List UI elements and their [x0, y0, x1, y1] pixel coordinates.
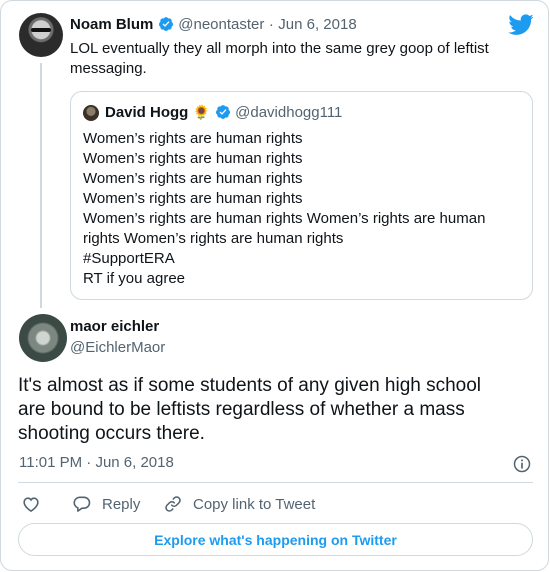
copy-link-button[interactable]: Copy link to Tweet	[163, 494, 315, 514]
link-icon	[165, 496, 181, 512]
quoted-tweet-text: Women’s rights are human rights Women’s …	[83, 129, 523, 289]
parent-text-line: LOL eventually they all morph into the s…	[70, 40, 489, 57]
quoted-text-line: Women’s rights are human rights	[83, 190, 303, 207]
like-button[interactable]	[21, 494, 51, 514]
twitter-bird-icon[interactable]	[508, 14, 534, 36]
thread-connector-line	[40, 63, 42, 308]
tweet-time: 11:01 PM	[19, 454, 83, 471]
quoted-tweet[interactable]: David Hogg 🌻 @davidhogg111 Women’s right…	[70, 91, 533, 300]
parent-author-name[interactable]: Noam Blum	[70, 16, 153, 33]
quoted-author-name: David Hogg	[105, 104, 189, 121]
quoted-tweet-header: David Hogg 🌻 @davidhogg111	[105, 104, 342, 122]
quoted-text-line: Women’s rights are human rights	[83, 170, 303, 187]
verified-badge-icon	[158, 17, 173, 31]
tweet-date: Jun 6, 2018	[95, 454, 174, 471]
avatar-glasses-shape	[31, 28, 51, 32]
quoted-text-line: RT if you agree	[83, 270, 186, 287]
heart-icon	[23, 497, 39, 513]
info-icon[interactable]	[512, 454, 532, 474]
main-author-handle[interactable]: @EichlerMaor	[70, 339, 165, 356]
sunflower-emoji: 🌻	[192, 104, 211, 120]
hashtag-support-era: #SupportERA	[83, 250, 175, 267]
main-author-name[interactable]: maor eichler	[70, 318, 159, 335]
dot-separator: ·	[268, 16, 274, 33]
parent-tweet-date[interactable]: Jun 6, 2018	[278, 16, 356, 33]
main-text-line: It's almost as if some students of any g…	[18, 375, 482, 396]
reply-button[interactable]: Reply	[72, 494, 140, 514]
explore-twitter-button[interactable]: Explore what's happening on Twitter	[18, 523, 533, 556]
noam-blum-avatar[interactable]	[19, 13, 63, 57]
reply-icon	[73, 496, 91, 512]
quoted-text-line: Women’s rights are human rights Women’s …	[83, 210, 486, 227]
parent-text-line: messaging.	[70, 60, 147, 77]
parent-tweet-text: LOL eventually they all morph into the s…	[70, 39, 510, 79]
reply-label: Reply	[102, 495, 141, 513]
parent-tweet-header: Noam Blum @neontaster · Jun 6, 2018	[70, 16, 357, 34]
quoted-text-line: rights Women’s rights are human rights	[83, 230, 344, 247]
main-tweet-text: It's almost as if some students of any g…	[18, 374, 533, 446]
david-hogg-avatar	[83, 105, 99, 121]
parent-author-handle[interactable]: @neontaster	[178, 16, 264, 33]
embedded-tweet-card: Noam Blum @neontaster · Jun 6, 2018 LOL …	[0, 0, 549, 571]
quoted-text-line: Women’s rights are human rights	[83, 130, 303, 147]
main-text-line: shooting occurs there.	[18, 423, 205, 444]
main-tweet-timestamp[interactable]: 11:01 PM · Jun 6, 2018	[19, 454, 174, 471]
quoted-author-handle: @davidhogg111	[235, 104, 343, 121]
maor-eichler-avatar[interactable]	[19, 314, 67, 362]
main-text-line: are bound to be leftists regardless of w…	[18, 399, 465, 420]
verified-badge-icon	[215, 105, 230, 119]
divider	[18, 482, 533, 483]
copy-link-label: Copy link to Tweet	[193, 495, 316, 513]
quoted-text-line: Women’s rights are human rights	[83, 150, 303, 167]
dot-separator: ·	[86, 454, 92, 471]
